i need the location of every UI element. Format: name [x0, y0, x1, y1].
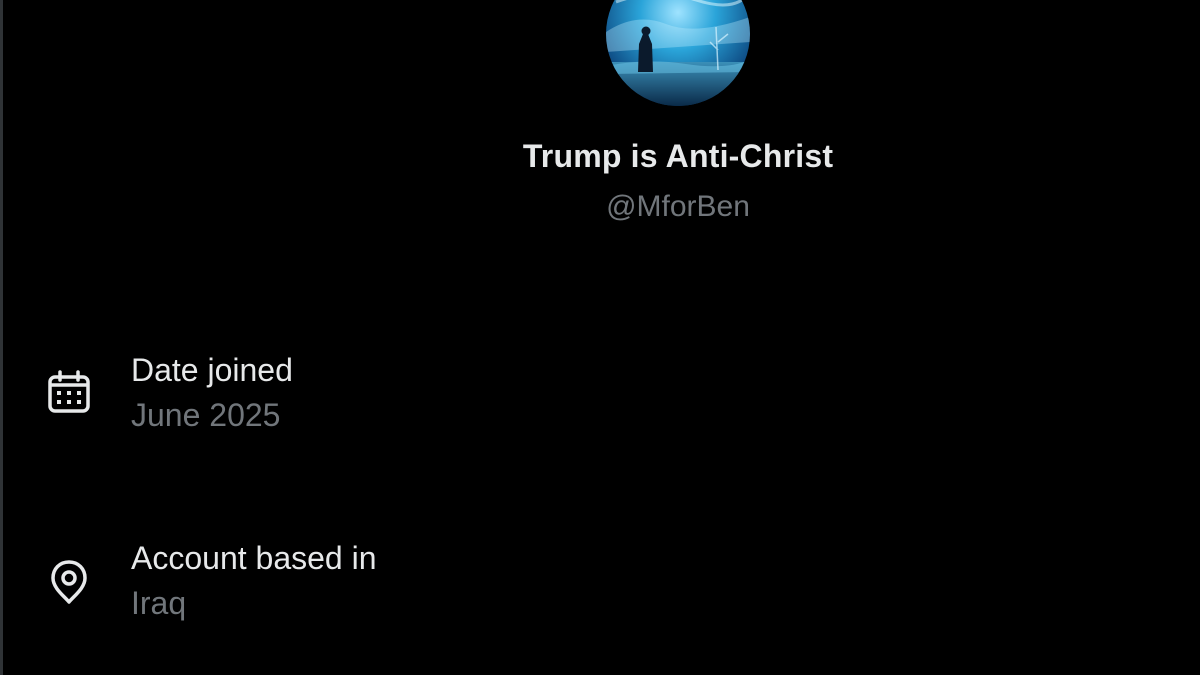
- date-joined-label: Date joined: [131, 352, 293, 388]
- date-joined-value: June 2025: [131, 397, 281, 433]
- account-location-label: Account based in: [131, 540, 377, 576]
- profile-handle: @MforBen: [606, 190, 750, 223]
- avatar-image: [606, 0, 750, 106]
- profile-display-name: Trump is Anti-Christ: [522, 138, 834, 174]
- account-location-value: Iraq: [131, 585, 187, 621]
- profile-avatar[interactable]: [606, 0, 750, 106]
- account-location-row: Account based in Iraq: [0, 538, 700, 628]
- calendar-icon: [46, 370, 92, 416]
- date-joined-row: Date joined June 2025: [0, 350, 700, 440]
- location-pin-icon: [46, 558, 92, 604]
